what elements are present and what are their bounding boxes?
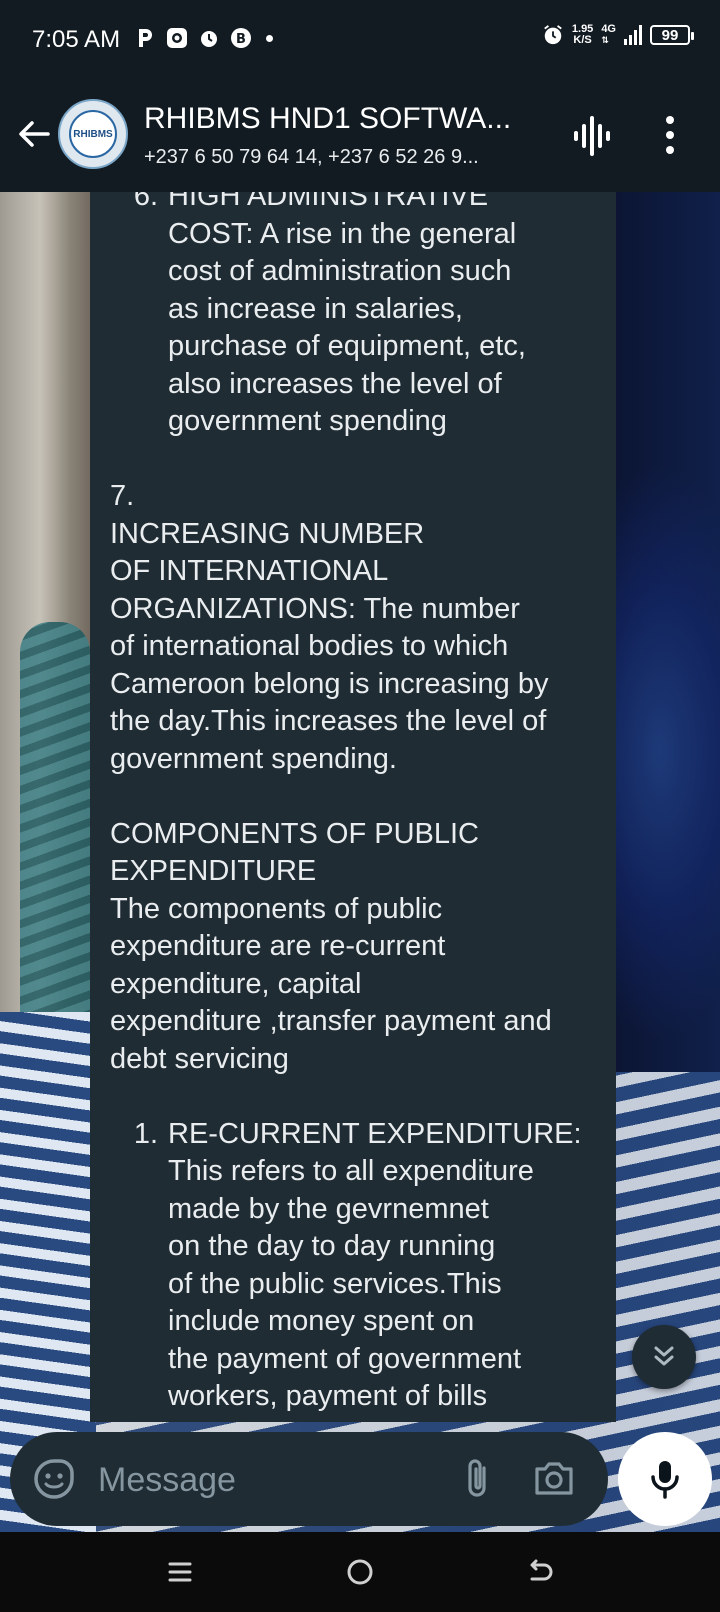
list-item-line: government spending [168, 405, 447, 437]
system-status-icons: 1.95 K/S 4G ⇅ 99 [542, 23, 694, 46]
list-item-heading: HIGH ADMINISTRATIVE [168, 192, 489, 212]
alarm-clock-icon [542, 24, 564, 46]
network-type: 4G ⇅ [601, 23, 616, 46]
paragraph-line: expenditure ,transfer payment and [110, 1005, 552, 1037]
list-item: 1. RE-CURRENT EXPENDITURE: This refers t… [110, 1116, 610, 1416]
paragraph-line: expenditure are re-current [110, 930, 446, 962]
data-arrows-icon: ⇅ [601, 35, 609, 45]
paragraph-line: the day.This increases the level of [110, 705, 547, 737]
paragraph-line: Cameroon belong is increasing by [110, 667, 549, 700]
list-item-line: This refers to all expenditure [168, 1155, 534, 1187]
back-navigation-icon[interactable] [518, 1550, 562, 1594]
group-avatar[interactable]: RHIBMS [58, 99, 128, 169]
group-participants[interactable]: +237 6 50 79 64 14, +237 6 52 26 9... [144, 146, 479, 169]
camera-icon[interactable] [532, 1458, 576, 1500]
battery-level: 99 [661, 26, 679, 44]
list-item-line: as increase in salaries, [168, 292, 463, 325]
message-input[interactable] [96, 1458, 430, 1502]
signal-strength-icon [624, 25, 642, 45]
paragraph-line: ORGANIZATIONS: The number [110, 592, 520, 625]
list-number: 1. [133, 1117, 158, 1150]
voice-chat-icon[interactable] [570, 114, 614, 158]
paragraph-line: of international bodies to which [110, 630, 509, 662]
status-bar: 7:05 AM B 1.95 K/S 4G ⇅ 99 [0, 0, 720, 80]
double-chevron-down-icon [654, 1346, 674, 1366]
paragraph-line: expenditure, capital [110, 967, 362, 1000]
notification-icons: B [134, 27, 273, 49]
avatar-logo: RHIBMS [69, 110, 117, 158]
message-text: 6. HIGH ADMINISTRATIVE COST: A rise in t… [110, 192, 610, 1416]
back-arrow-icon[interactable] [14, 114, 54, 154]
list-item-line: made by the gevrnemnet [168, 1192, 489, 1225]
paragraph-line: EXPENDITURE [110, 855, 317, 887]
paragraph-line: INCREASING NUMBER [110, 517, 425, 550]
list-item-line: the payment of government [168, 1342, 522, 1375]
p-app-icon [134, 27, 156, 49]
paragraph-line: OF INTERNATIONAL [110, 555, 389, 587]
network-speed: 1.95 K/S [571, 23, 594, 46]
paragraph-line: government spending. [110, 742, 397, 775]
chat-header: RHIBMS RHIBMS HND1 SOFTWA... +237 6 50 7… [0, 80, 720, 192]
group-name[interactable]: RHIBMS HND1 SOFTWA... [144, 102, 511, 136]
home-icon[interactable] [338, 1550, 382, 1594]
list-item-line: purchase of equipment, etc, [168, 330, 526, 362]
sticker-emoji-icon[interactable] [32, 1457, 76, 1501]
paragraph-line: COMPONENTS OF PUBLIC [110, 817, 479, 850]
bitcoin-app-icon: B [230, 27, 252, 49]
battery-icon: 99 [650, 25, 694, 45]
message-bubble[interactable]: 6. HIGH ADMINISTRATIVE COST: A rise in t… [90, 192, 616, 1422]
svg-text:B: B [236, 32, 246, 47]
list-number: 6. [133, 192, 158, 212]
paragraph-line: debt servicing [110, 1042, 289, 1075]
more-notifications-dot-icon [266, 34, 273, 42]
alarm-status-icon [198, 27, 220, 49]
status-time: 7:05 AM [32, 26, 121, 53]
list-item-line: cost of administration such [168, 255, 512, 287]
microphone-icon [651, 1461, 679, 1499]
chat-app-icon [166, 27, 188, 49]
paragraph-line: The components of public [110, 892, 443, 925]
paperclip-icon[interactable] [460, 1456, 494, 1502]
list-item: 6. HIGH ADMINISTRATIVE COST: A rise in t… [110, 192, 610, 441]
list-item-line: of the public services.This [168, 1267, 502, 1300]
microphone-button[interactable] [618, 1432, 712, 1526]
message-composer [10, 1432, 608, 1526]
list-item-line: workers, payment of bills [168, 1380, 488, 1412]
recent-apps-icon[interactable] [158, 1550, 202, 1594]
more-options-icon[interactable] [660, 112, 680, 158]
list-item-line: RE-CURRENT EXPENDITURE: [168, 1117, 582, 1150]
list-item-line: on the day to day running [168, 1230, 496, 1262]
list-item-line: include money spent on [168, 1305, 475, 1337]
list-item-line: COST: A rise in the general [168, 217, 517, 250]
system-navigation-bar [0, 1532, 720, 1612]
paragraph-line: 7. [110, 480, 135, 512]
list-item-line: also increases the level of [168, 367, 502, 400]
scroll-to-bottom-button[interactable] [632, 1325, 696, 1389]
